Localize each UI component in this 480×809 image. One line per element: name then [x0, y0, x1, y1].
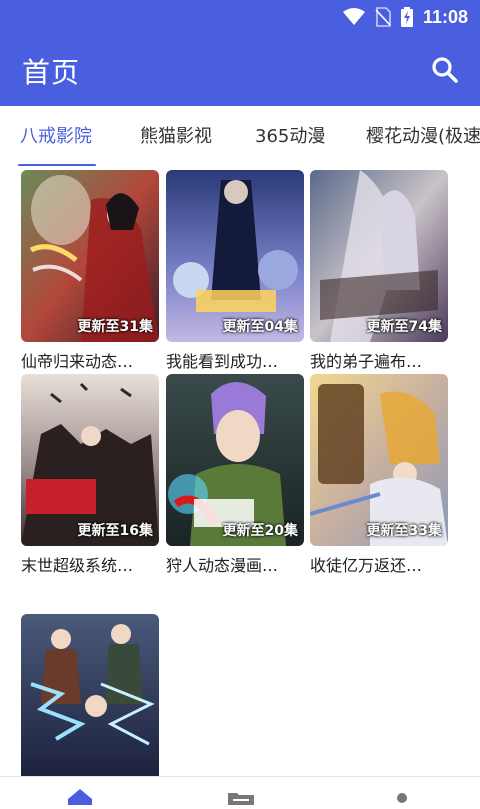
- bottom-navigation: [0, 776, 480, 805]
- video-card[interactable]: 更新至04集 我能看到成功…: [166, 170, 304, 372]
- update-badge: 更新至16集: [77, 523, 153, 539]
- search-icon: [432, 57, 458, 83]
- video-title: 狩人动态漫画…: [166, 556, 279, 575]
- folder-icon: [228, 793, 254, 805]
- video-poster[interactable]: 更新至20集: [166, 374, 304, 546]
- tab-365[interactable]: 365动漫: [255, 122, 325, 148]
- video-card[interactable]: 更新至20集 狩人动态漫画…: [166, 374, 304, 576]
- battery-charging-icon: [400, 7, 413, 27]
- profile-icon: [397, 793, 407, 803]
- page-title: 首页: [22, 56, 81, 89]
- video-poster[interactable]: 更新至16集: [21, 374, 159, 546]
- update-badge: 更新至20集: [222, 523, 298, 539]
- video-poster[interactable]: 更新至33集: [310, 374, 448, 546]
- video-title: 我的弟子遍布…: [310, 352, 423, 371]
- update-badge: 更新至31集: [77, 319, 153, 335]
- video-card[interactable]: 更新至33集 收徒亿万返还…: [310, 374, 448, 576]
- no-sim-icon: [375, 7, 391, 27]
- tab-bajie[interactable]: 八戒影院: [20, 122, 92, 148]
- video-card[interactable]: 更新至74集 我的弟子遍布…: [310, 170, 448, 372]
- video-title: 仙帝归来动态…: [21, 352, 134, 371]
- video-poster[interactable]: 更新至04集: [166, 170, 304, 342]
- nav-profile[interactable]: [390, 789, 414, 805]
- update-badge: 更新至04集: [222, 319, 298, 335]
- video-card[interactable]: 更新至31集 仙帝归来动态…: [21, 170, 159, 372]
- video-poster[interactable]: 更新至74集: [310, 170, 448, 342]
- app-bar: 首页: [0, 33, 480, 106]
- wifi-icon: [342, 8, 365, 25]
- category-tabs: 八戒影院 熊猫影视 365动漫 樱花动漫(极速: [0, 106, 480, 166]
- home-icon: [68, 789, 92, 805]
- video-title: 末世超级系统…: [21, 556, 134, 575]
- video-poster[interactable]: [21, 614, 159, 776]
- video-title: 收徒亿万返还…: [310, 556, 423, 575]
- video-card[interactable]: 更新至16集 末世超级系统…: [21, 374, 159, 576]
- video-grid: 更新至31集 仙帝归来动态… 更新至04集 我能看到成功… 更新至74集 我的弟…: [0, 166, 480, 776]
- nav-home[interactable]: [68, 789, 92, 805]
- nav-files[interactable]: [228, 789, 254, 805]
- tab-panda[interactable]: 熊猫影视: [140, 122, 212, 148]
- update-badge: 更新至33集: [366, 523, 442, 539]
- update-badge: 更新至74集: [366, 319, 442, 335]
- video-title: 我能看到成功…: [166, 352, 279, 371]
- video-card[interactable]: [21, 614, 159, 776]
- status-time: 11:08: [422, 6, 468, 27]
- video-poster[interactable]: 更新至31集: [21, 170, 159, 342]
- status-icons: 11:08: [342, 6, 468, 28]
- tab-sakura[interactable]: 樱花动漫(极速: [366, 122, 480, 148]
- status-bar: 11:08: [0, 0, 480, 33]
- search-button[interactable]: [428, 53, 462, 87]
